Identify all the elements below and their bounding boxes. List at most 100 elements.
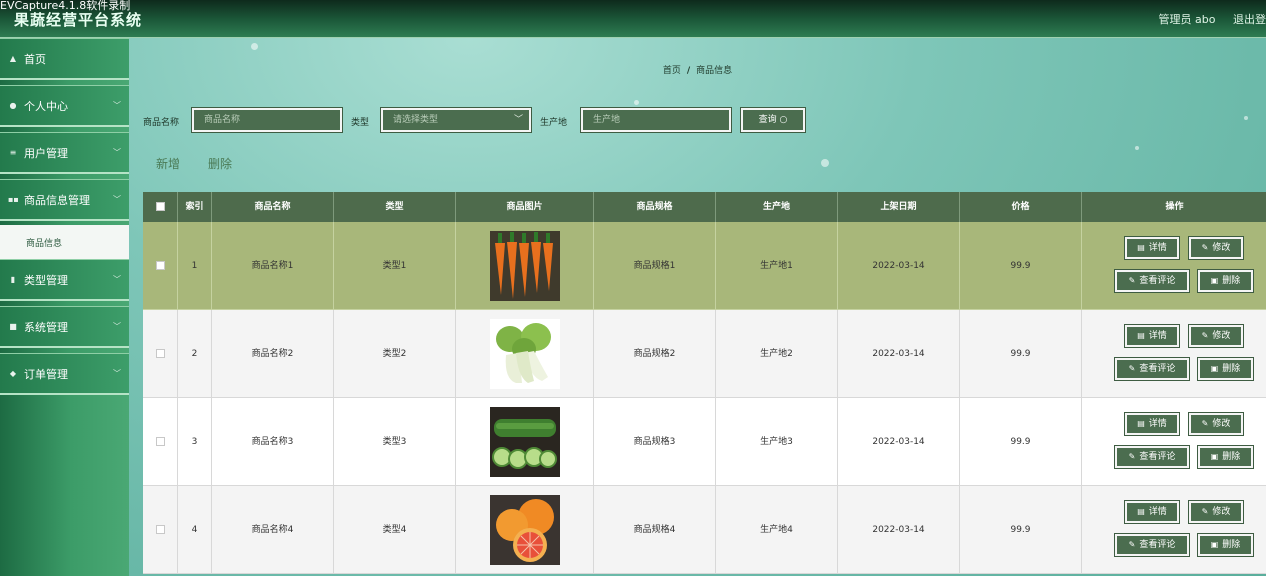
pencil-icon: ✎ — [1128, 364, 1136, 373]
trash-icon: ▣ — [1210, 364, 1219, 373]
bokeh-dot — [821, 159, 829, 167]
breadcrumb-home[interactable]: 首页 — [663, 66, 681, 76]
cell-image — [456, 222, 594, 310]
table-row[interactable]: 3 商品名称3 类型3 商品规格3 生产地3 2022-03-14 99.9 ▤… — [143, 398, 1266, 486]
detail-button[interactable]: ▤ 详情 — [1124, 236, 1180, 260]
view-reviews-label: 查看评论 — [1139, 276, 1176, 286]
view-reviews-button[interactable]: ✎ 查看评论 — [1114, 357, 1190, 381]
delete-row-label: 删除 — [1222, 276, 1241, 286]
query-button[interactable]: 查询 ○ — [740, 107, 806, 133]
detail-button[interactable]: ▤ 详情 — [1124, 324, 1180, 348]
cell-origin: 生产地2 — [716, 310, 838, 398]
cell-actions: ▤ 详情 ✎ 修改 ✎ 查看评论 ▣ 删除 — [1082, 486, 1266, 574]
sidebar-item-types[interactable]: ▮ 类型管理 ﹀ — [0, 259, 129, 301]
product-image-carrots[interactable] — [490, 231, 560, 301]
cell-spec: 商品规格3 — [594, 398, 716, 486]
cell-price: 99.9 — [960, 398, 1082, 486]
cell-index: 2 — [178, 310, 212, 398]
cell-type: 类型2 — [334, 310, 456, 398]
row-checkbox[interactable] — [156, 525, 165, 534]
trash-icon: ▣ — [1210, 540, 1219, 549]
edit-button[interactable]: ✎ 修改 — [1188, 500, 1244, 524]
sidebar-item-products[interactable]: ▪▪ 商品信息管理 ﹀ — [0, 179, 129, 221]
sidebar-item-label: 类型管理 — [24, 273, 68, 287]
grid-icon: ▪▪ — [8, 195, 19, 204]
header-user-area: 管理员 abo 退出登 — [1159, 11, 1266, 27]
column-header-actions: 操作 — [1165, 202, 1184, 212]
sidebar-item-home[interactable]: ▲ 首页 — [0, 38, 129, 80]
view-reviews-label: 查看评论 — [1139, 452, 1176, 462]
cell-name: 商品名称1 — [212, 222, 334, 310]
sidebar-item-orders[interactable]: ◆ 订单管理 ﹀ — [0, 353, 129, 395]
row-checkbox[interactable] — [156, 261, 165, 270]
sidebar-item-label: 订单管理 — [24, 367, 68, 381]
cell-date: 2022-03-14 — [838, 486, 960, 574]
sidebar-item-profile[interactable]: ● 个人中心 ﹀ — [0, 85, 129, 127]
product-image-cucumber[interactable] — [490, 407, 560, 477]
edit-button[interactable]: ✎ 修改 — [1188, 324, 1244, 348]
delete-row-button[interactable]: ▣ 删除 — [1197, 269, 1254, 293]
edit-button[interactable]: ✎ 修改 — [1188, 412, 1244, 436]
chevron-down-icon: ﹀ — [113, 322, 121, 331]
view-reviews-button[interactable]: ✎ 查看评论 — [1114, 269, 1190, 293]
row-checkbox[interactable] — [156, 349, 165, 358]
view-reviews-button[interactable]: ✎ 查看评论 — [1114, 445, 1190, 469]
table-row[interactable]: 4 商品名称4 类型4 商品规格4 生产地4 2022-03-14 99.9 ▤… — [143, 486, 1266, 574]
name-label: 商品名称 — [143, 118, 180, 128]
main-content: 首页 / 商品信息 商品名称 商品名称 类型 请选择类型 ﹀ 生产地 生产地 查询 … — [129, 38, 1266, 576]
cell-origin: 生产地3 — [716, 398, 838, 486]
bokeh-dot — [1135, 146, 1139, 150]
table-row[interactable]: 1 商品名称1 类型1 商品规格1 生产地1 2022-03-14 99.9 ▤… — [143, 222, 1266, 310]
name-search-input[interactable]: 商品名称 — [191, 107, 343, 133]
select-all-checkbox[interactable] — [156, 202, 165, 211]
cell-index: 3 — [178, 398, 212, 486]
cell-index: 4 — [178, 486, 212, 574]
table-header: 索引 商品名称 类型 商品图片 商品规格 生产地 上架日期 价格 操作 — [143, 192, 1266, 222]
top-header: EVCapture4.1.8软件录制 果蔬经营平台系统 管理员 abo 退出登 — [0, 0, 1266, 38]
pencil-icon: ✎ — [1201, 331, 1209, 340]
delete-row-label: 删除 — [1222, 540, 1241, 550]
home-icon: ▲ — [9, 54, 17, 63]
column-header-spec: 商品规格 — [594, 192, 716, 222]
cell-price: 99.9 — [960, 222, 1082, 310]
sidebar-subitem-product-info[interactable]: 商品信息 — [0, 225, 129, 259]
delete-row-button[interactable]: ▣ 删除 — [1197, 357, 1254, 381]
detail-button[interactable]: ▤ 详情 — [1124, 412, 1180, 436]
row-select-cell — [143, 486, 178, 574]
type-select[interactable]: 请选择类型 ﹀ — [380, 107, 532, 133]
detail-button-label: 详情 — [1148, 507, 1167, 517]
add-button[interactable]: 新增 — [156, 155, 180, 172]
view-reviews-button[interactable]: ✎ 查看评论 — [1114, 533, 1190, 557]
row-checkbox[interactable] — [156, 437, 165, 446]
detail-button[interactable]: ▤ 详情 — [1124, 500, 1180, 524]
cell-type: 类型1 — [334, 222, 456, 310]
app-title: 果蔬经营平台系统 — [14, 11, 143, 29]
delete-row-button[interactable]: ▣ 删除 — [1197, 445, 1254, 469]
trash-icon: ▣ — [1210, 452, 1219, 461]
pencil-icon: ✎ — [1201, 243, 1209, 252]
sidebar-item-label: 首页 — [24, 52, 46, 66]
table-row[interactable]: 2 商品名称2 类型2 商品规格2 生产地2 2022-03-14 99.9 ▤ — [143, 310, 1266, 398]
delete-selected-button[interactable]: 删除 — [208, 155, 232, 172]
product-image-bok-choy[interactable] — [490, 319, 560, 389]
detail-button-label: 详情 — [1148, 331, 1167, 341]
user-icon: ● — [9, 101, 17, 110]
delete-row-button[interactable]: ▣ 删除 — [1197, 533, 1254, 557]
pencil-icon: ✎ — [1201, 419, 1209, 428]
row-select-cell — [143, 398, 178, 486]
view-reviews-label: 查看评论 — [1139, 364, 1176, 374]
cell-date: 2022-03-14 — [838, 310, 960, 398]
logout-link[interactable]: 退出登 — [1233, 11, 1266, 27]
cell-date: 2022-03-14 — [838, 398, 960, 486]
edit-button[interactable]: ✎ 修改 — [1188, 236, 1244, 260]
query-button-label: 查询 — [758, 115, 777, 125]
sidebar-item-system[interactable]: ■ 系统管理 ﹀ — [0, 306, 129, 348]
edit-button-label: 修改 — [1212, 507, 1231, 517]
sidebar-item-users[interactable]: ≡ 用户管理 ﹀ — [0, 132, 129, 174]
type-select-placeholder: 请选择类型 — [393, 115, 439, 125]
edit-button-label: 修改 — [1212, 243, 1231, 253]
product-image-grapefruit[interactable] — [490, 495, 560, 565]
bokeh-dot — [251, 43, 258, 50]
origin-search-input[interactable]: 生产地 — [580, 107, 732, 133]
sidebar-item-label: 个人中心 — [24, 99, 68, 113]
